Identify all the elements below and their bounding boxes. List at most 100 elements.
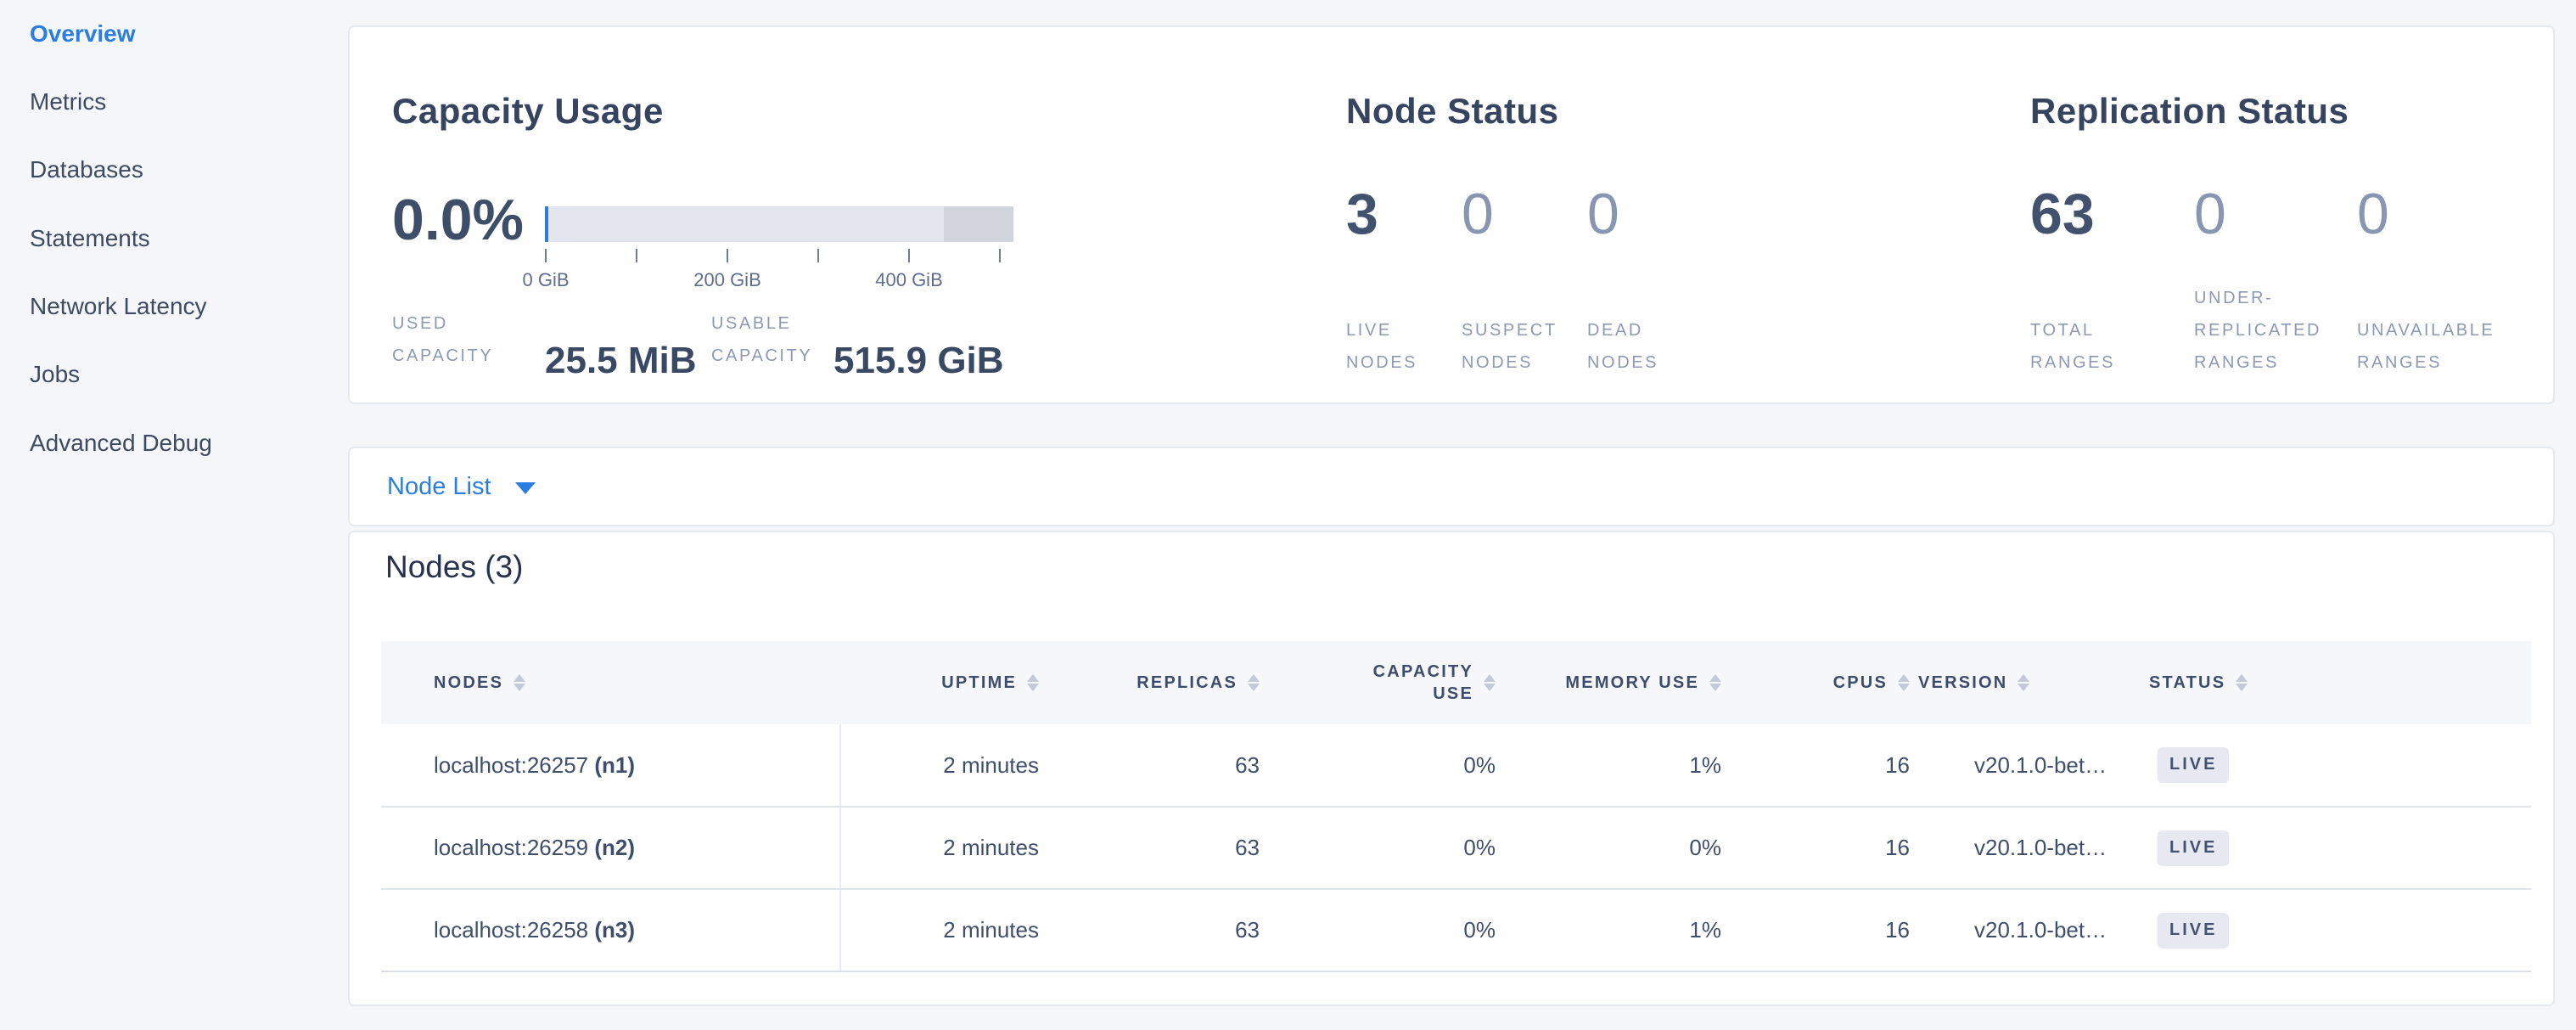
column-header-replicas[interactable]: Replicas [1047, 641, 1268, 724]
sort-icon[interactable] [2018, 673, 2029, 693]
sort-icon[interactable] [1484, 673, 1496, 693]
uptime-cell: 2 minutes [840, 889, 1047, 971]
node-id: (n1) [594, 752, 635, 778]
node-address: localhost:26257 [434, 752, 588, 778]
column-header-memory-use[interactable]: Memory Use [1504, 641, 1730, 724]
uptime-cell: 2 minutes [840, 724, 1047, 807]
cpus-cell: 16 [1730, 889, 1918, 971]
table-row-node-2[interactable]: localhost:26259 (n2) 2 minutes 63 0% 0% … [381, 807, 2531, 889]
label-line: Nodes [1346, 346, 1417, 379]
label-line: Under- [2194, 282, 2321, 314]
under-replicated-ranges-label: Under- Replicated Ranges [2194, 282, 2321, 379]
axis-tick-label: 200 GiB [693, 269, 761, 291]
version-cell: v20.1.0-bet… [1918, 807, 2149, 889]
capacity-bar-used-marker [545, 206, 548, 242]
column-header-label: Uptime [941, 673, 1017, 693]
label-line: Used [392, 307, 493, 340]
column-header-label: Nodes [434, 673, 503, 693]
dead-nodes-label: Dead Nodes [1587, 314, 1658, 379]
node-id: (n2) [594, 835, 635, 860]
column-header-uptime[interactable]: Uptime [840, 641, 1047, 724]
sidebar: Overview Metrics Databases Statements Ne… [0, 0, 348, 1030]
caret-down-icon [515, 482, 536, 494]
capacity-usage-section: Capacity Usage 0.0% 0 GiB 200 GiB 400 Gi… [392, 91, 1326, 402]
capacity-bar-chart: 0 GiB 200 GiB 400 GiB [545, 206, 1013, 308]
sidebar-item-network-latency[interactable]: Network Latency [30, 290, 207, 324]
capacity-use-cell: 0% [1268, 889, 1504, 971]
label-line: Capacity [392, 340, 493, 372]
nodes-table: Nodes Uptime Replicas Capacity Use Memor… [381, 641, 2531, 972]
node-address: localhost:26259 [434, 835, 588, 860]
memory-use-cell: 1% [1504, 889, 1730, 971]
usable-capacity-label: Usable Capacity [711, 307, 812, 372]
column-header-capacity-use[interactable]: Capacity Use [1268, 641, 1504, 724]
sort-icon[interactable] [1898, 673, 1910, 693]
axis-tick-label: 400 GiB [875, 269, 943, 291]
uptime-cell: 2 minutes [840, 807, 1047, 889]
node-address-cell[interactable]: localhost:26257 (n1) [381, 724, 840, 807]
used-capacity-label: Used Capacity [392, 307, 493, 372]
label-line: Replicated [2194, 314, 2321, 346]
node-id: (n3) [594, 917, 635, 943]
capacity-bar-other-used-segment [944, 206, 1013, 242]
table-row-node-3[interactable]: localhost:26258 (n3) 2 minutes 63 0% 1% … [381, 889, 2531, 971]
sort-icon[interactable] [1248, 673, 1260, 693]
total-ranges-label: Total Ranges [2030, 314, 2115, 379]
capacity-used-percent: 0.0% [392, 187, 524, 253]
sidebar-item-databases[interactable]: Databases [30, 153, 143, 187]
axis-tick-label: 0 GiB [522, 269, 569, 291]
node-list-dropdown-label: Node List [387, 473, 491, 501]
sort-icon[interactable] [2236, 673, 2248, 693]
column-header-status[interactable]: Status [2149, 641, 2531, 724]
sidebar-item-statements[interactable]: Statements [30, 222, 150, 256]
table-row-node-1[interactable]: localhost:26257 (n1) 2 minutes 63 0% 1% … [381, 724, 2531, 807]
sort-icon[interactable] [1027, 673, 1039, 693]
label-line: Total [2030, 314, 2115, 346]
suspect-nodes-count: 0 [1462, 183, 1494, 245]
sort-icon[interactable] [1709, 673, 1721, 693]
live-nodes-count: 3 [1346, 183, 1378, 245]
axis-tick [817, 249, 819, 262]
status-cell: LIVE [2149, 807, 2531, 889]
status-cell: LIVE [2149, 724, 2531, 807]
view-selector-card: Node List [348, 447, 2555, 526]
used-capacity-value: 25.5 MiB [545, 340, 697, 382]
dead-nodes-count: 0 [1587, 183, 1619, 245]
label-line: Suspect [1462, 314, 1557, 346]
label-line: Dead [1587, 314, 1658, 346]
replicas-cell: 63 [1047, 807, 1268, 889]
cpus-cell: 16 [1730, 724, 1918, 807]
sidebar-item-jobs[interactable]: Jobs [30, 357, 80, 391]
label-line: Nodes [1462, 346, 1557, 379]
sidebar-item-advanced-debug[interactable]: Advanced Debug [30, 426, 212, 460]
label-line: Unavailable [2357, 314, 2495, 346]
label-line: Usable [711, 307, 812, 340]
memory-use-cell: 1% [1504, 724, 1730, 807]
node-address-cell[interactable]: localhost:26258 (n3) [381, 889, 840, 971]
unavailable-ranges-count: 0 [2357, 183, 2389, 245]
column-header-version[interactable]: Version [1918, 641, 2149, 724]
axis-tick [636, 249, 637, 262]
sidebar-item-overview[interactable]: Overview [30, 17, 136, 51]
column-header-label: Status [2149, 673, 2225, 693]
column-header-nodes[interactable]: Nodes [381, 641, 840, 724]
column-header-cpus[interactable]: CPUs [1730, 641, 1918, 724]
capacity-usage-title: Capacity Usage [392, 91, 664, 132]
label-line: Capacity [711, 340, 812, 372]
replicas-cell: 63 [1047, 724, 1268, 807]
suspect-nodes-label: Suspect Nodes [1462, 314, 1557, 379]
column-header-label: Replicas [1136, 673, 1237, 693]
cpus-cell: 16 [1730, 807, 1918, 889]
axis-tick [545, 249, 547, 262]
label-line: Ranges [2194, 346, 2321, 379]
usable-capacity-value: 515.9 GiB [833, 340, 1004, 382]
capacity-use-cell: 0% [1268, 724, 1504, 807]
cluster-overview-page: Overview Metrics Databases Statements Ne… [0, 0, 2576, 1030]
sidebar-item-metrics[interactable]: Metrics [30, 85, 106, 119]
sort-icon[interactable] [514, 673, 525, 693]
status-badge: LIVE [2158, 913, 2229, 948]
node-list-dropdown[interactable]: Node List [387, 448, 536, 525]
status-cell: LIVE [2149, 889, 2531, 971]
node-address-cell[interactable]: localhost:26259 (n2) [381, 807, 840, 889]
unavailable-ranges-label: Unavailable Ranges [2357, 314, 2495, 379]
